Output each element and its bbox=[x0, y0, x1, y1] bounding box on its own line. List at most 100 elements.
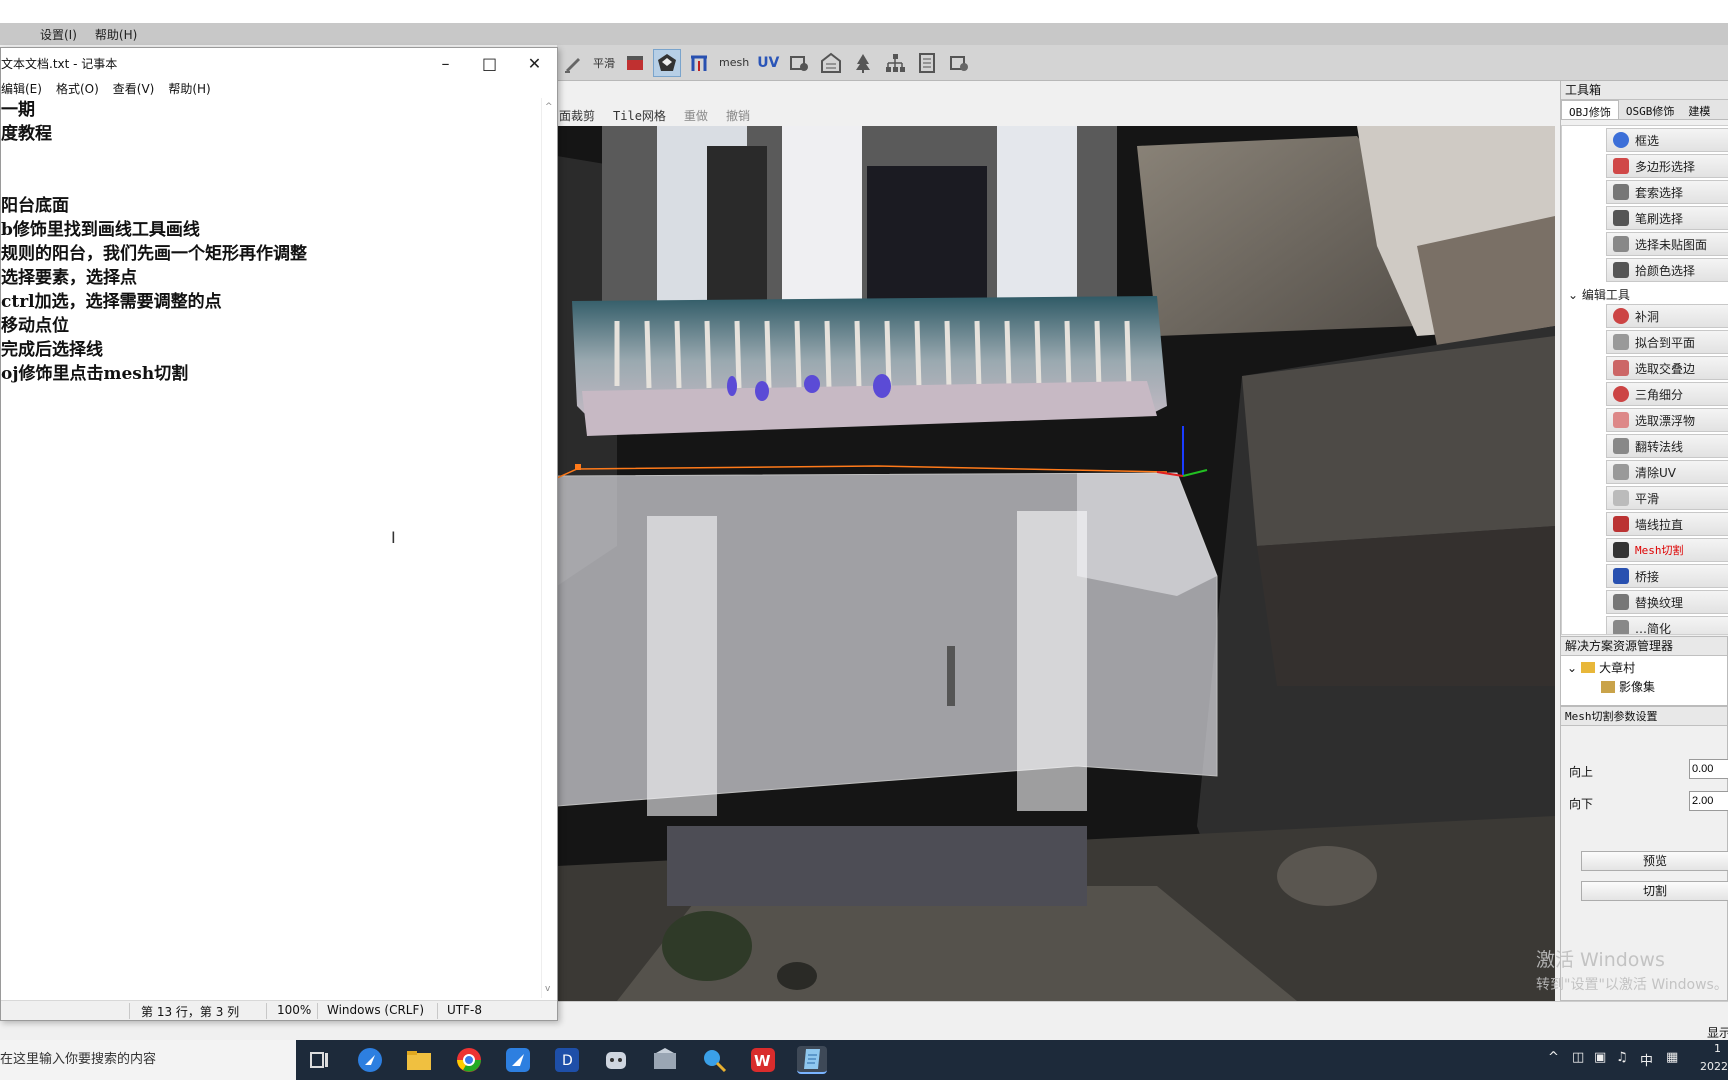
network-icon[interactable]: ▣ bbox=[1594, 1050, 1606, 1065]
wall-icon bbox=[1613, 516, 1629, 532]
tool-bridge[interactable]: 桥接 bbox=[1606, 564, 1728, 588]
app-robot-icon[interactable] bbox=[601, 1046, 631, 1074]
smooth-button[interactable]: 平滑 bbox=[591, 55, 617, 71]
file-explorer-icon[interactable] bbox=[404, 1046, 434, 1074]
close-icon[interactable]: ✕ bbox=[512, 48, 557, 78]
tool-fit-plane[interactable]: 拟合到平面 bbox=[1606, 330, 1728, 354]
scroll-up-icon[interactable]: ^ bbox=[545, 102, 553, 112]
clock-date[interactable]: 2022 bbox=[1700, 1060, 1728, 1073]
minimize-icon[interactable]: – bbox=[423, 48, 468, 78]
np-menu-view[interactable]: 查看(V) bbox=[113, 80, 155, 97]
export-icon[interactable] bbox=[945, 49, 973, 77]
tool-brush-select[interactable]: 笔刷选择 bbox=[1606, 206, 1728, 230]
tree-icon[interactable] bbox=[849, 49, 877, 77]
maximize-icon[interactable]: □ bbox=[467, 48, 512, 78]
simplify-icon bbox=[1613, 620, 1629, 634]
tool-polygon-select[interactable]: 多边形选择 bbox=[1606, 154, 1728, 178]
menu-item-help[interactable]: 帮助(H) bbox=[95, 26, 137, 43]
solution-title: 解决方案资源管理器 bbox=[1561, 637, 1727, 656]
undo-button[interactable]: 撤销 bbox=[726, 107, 750, 124]
tool-fill-hole[interactable]: 补洞 bbox=[1606, 304, 1728, 328]
cut-button[interactable]: 切割 bbox=[1581, 881, 1728, 901]
tool-overlap-edges[interactable]: 选取交叠边 bbox=[1606, 356, 1728, 380]
tool-replace-texture[interactable]: 替换纹理 bbox=[1606, 590, 1728, 614]
taskbar-search[interactable]: 在这里输入你要搜索的内容 bbox=[0, 1040, 296, 1080]
tool-wall-straighten[interactable]: 墙线拉直 bbox=[1606, 512, 1728, 536]
app-feishu-icon[interactable] bbox=[503, 1046, 533, 1074]
tray-expand-icon[interactable]: ^ bbox=[1548, 1050, 1559, 1065]
notepad-scrollbar[interactable]: ^ v bbox=[541, 98, 557, 998]
tool-flip-normals[interactable]: 翻转法线 bbox=[1606, 434, 1728, 458]
replace-texture-icon[interactable] bbox=[785, 49, 813, 77]
tool-clear-uv[interactable]: 清除UV bbox=[1606, 460, 1728, 484]
mesh-cut-tool-icon bbox=[1613, 542, 1629, 558]
tab-modeling[interactable]: 建模 bbox=[1681, 100, 1717, 119]
ime-indicator[interactable]: 中 bbox=[1640, 1050, 1653, 1069]
scroll-down-icon[interactable]: v bbox=[545, 984, 550, 994]
image-set-icon bbox=[1601, 680, 1615, 693]
bridge-icon[interactable] bbox=[685, 49, 713, 77]
clock-time[interactable]: 1 bbox=[1714, 1042, 1721, 1055]
tool-smooth[interactable]: 平滑 bbox=[1606, 486, 1728, 510]
eyedropper-icon bbox=[1613, 262, 1629, 278]
tool-simplify[interactable]: …简化 bbox=[1606, 616, 1728, 634]
task-view-icon[interactable] bbox=[305, 1046, 335, 1074]
wall-straighten-icon[interactable] bbox=[621, 49, 649, 77]
down-input[interactable] bbox=[1689, 791, 1728, 811]
mesh-cut-title: Mesh切割参数设置 bbox=[1561, 707, 1727, 726]
taskbar: 在这里输入你要搜索的内容 D W ^ ◫ ▣ ♫ 中 ▦ 1 2022 bbox=[0, 1040, 1728, 1080]
tool-subdivide[interactable]: 三角细分 bbox=[1606, 382, 1728, 406]
security-icon[interactable]: ◫ bbox=[1572, 1050, 1584, 1065]
app-blue-arrow-icon[interactable] bbox=[355, 1046, 385, 1074]
np-menu-help[interactable]: 帮助(H) bbox=[168, 80, 210, 97]
text-line bbox=[1, 146, 539, 170]
tile-grid-button[interactable]: Tile网格 bbox=[613, 107, 666, 124]
np-menu-edit[interactable]: 编辑(E) bbox=[1, 80, 42, 97]
app-modeler-icon[interactable] bbox=[650, 1046, 680, 1074]
tab-obj[interactable]: OBJ修饰 bbox=[1561, 100, 1619, 119]
triangle-icon bbox=[1613, 334, 1629, 350]
tool-box-select[interactable]: 框选 bbox=[1606, 128, 1728, 152]
np-menu-format[interactable]: 格式(O) bbox=[56, 80, 99, 97]
tree-root[interactable]: ⌄ 大章村 bbox=[1567, 659, 1635, 676]
mesh-cut-icon[interactable] bbox=[653, 48, 681, 77]
app-search-tool-icon[interactable] bbox=[699, 1046, 729, 1074]
brush-icon bbox=[1613, 210, 1629, 226]
wps-icon[interactable]: W bbox=[748, 1046, 778, 1074]
ime-grid-icon[interactable]: ▦ bbox=[1666, 1050, 1678, 1065]
zoom-level: 100% bbox=[277, 1003, 312, 1017]
tool-lasso-select[interactable]: 套索选择 bbox=[1606, 180, 1728, 204]
texture-icon bbox=[1613, 594, 1629, 610]
hierarchy-icon[interactable] bbox=[881, 49, 909, 77]
document-icon[interactable] bbox=[913, 49, 941, 77]
viewport-toolbar: 面裁剪 Tile网格 重做 撤销 bbox=[557, 104, 1553, 126]
pen-icon[interactable] bbox=[559, 49, 587, 77]
notepad-textarea[interactable]: 一期 度教程 阳台底面 b修饰里找到画线工具画线 规则的阳台，我们先画一个矩形再… bbox=[1, 98, 539, 998]
3d-viewport[interactable] bbox=[557, 126, 1555, 1001]
text-line: 度教程 bbox=[1, 124, 52, 144]
mesh-button[interactable]: mesh bbox=[717, 56, 751, 69]
tool-color-pick-select[interactable]: 拾颜色选择 bbox=[1606, 258, 1728, 282]
face-crop-button[interactable]: 面裁剪 bbox=[559, 107, 595, 124]
menu-item-settings[interactable]: 设置(I) bbox=[40, 26, 77, 43]
up-label: 向上 bbox=[1569, 765, 1594, 779]
tool-floating-select[interactable]: 选取漂浮物 bbox=[1606, 408, 1728, 432]
app-d-icon[interactable]: D bbox=[552, 1046, 582, 1074]
tool-mesh-cut[interactable]: Mesh切割 bbox=[1606, 538, 1728, 562]
redo-button[interactable]: 重做 bbox=[684, 107, 708, 124]
uv-button[interactable]: UV bbox=[755, 55, 781, 71]
subdivide-icon bbox=[1613, 386, 1629, 402]
building-icon[interactable] bbox=[817, 49, 845, 77]
edit-tools-group[interactable]: ⌄ 编辑工具 bbox=[1568, 286, 1630, 303]
bridge-tool-icon bbox=[1613, 568, 1629, 584]
up-input[interactable] bbox=[1689, 759, 1728, 779]
chrome-icon[interactable] bbox=[454, 1046, 484, 1074]
text-line: ctrl加选，选择需要调整的点 bbox=[1, 292, 222, 312]
notepad-task-icon[interactable] bbox=[797, 1046, 827, 1074]
tool-untextured-select[interactable]: 选择未贴图面 bbox=[1606, 232, 1728, 256]
volume-icon[interactable]: ♫ bbox=[1616, 1050, 1628, 1065]
preview-button[interactable]: 预览 bbox=[1581, 851, 1728, 871]
tab-osgb[interactable]: OSGB修饰 bbox=[1619, 100, 1682, 119]
polygon-select-icon bbox=[1613, 158, 1629, 174]
tree-child[interactable]: 影像集 bbox=[1601, 678, 1655, 695]
